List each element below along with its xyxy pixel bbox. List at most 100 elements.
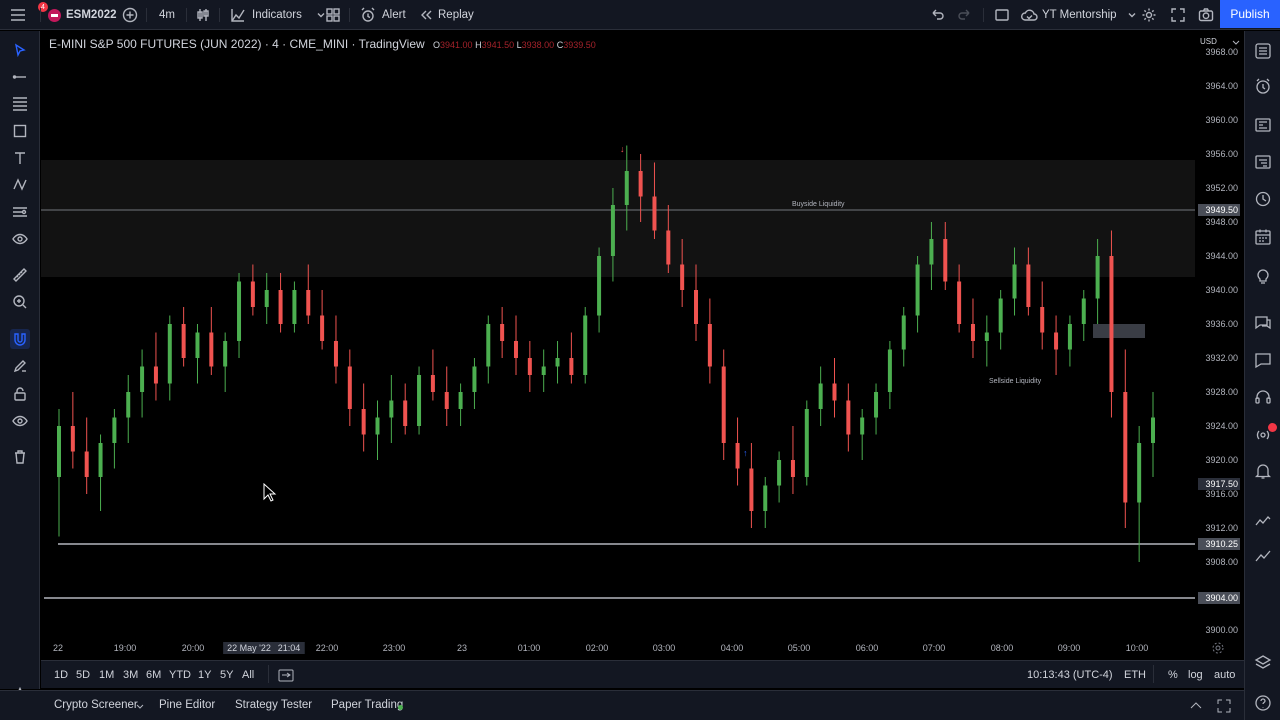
layers-button[interactable]: [1253, 653, 1273, 673]
candle-body: [610, 205, 615, 256]
candle-body: [901, 315, 906, 350]
time-axis[interactable]: 22 19:00 20:00 22 May '22 21:04 22:00 23…: [41, 638, 1195, 658]
maximize-panel-button[interactable]: [1216, 698, 1232, 717]
chart-pane[interactable]: ↓ ↑ E-MINI S&P 500 FUTURES (JUN 2022) · …: [41, 31, 1195, 657]
hide-drawings-tool[interactable]: [10, 411, 30, 431]
drawing-toolbar: [0, 31, 40, 703]
publish-button[interactable]: Publish: [1220, 0, 1280, 28]
range-3m[interactable]: 3M: [123, 669, 138, 681]
goto-date-button[interactable]: [278, 668, 294, 685]
data-window-button[interactable]: [1253, 189, 1273, 209]
alert-button[interactable]: Alert: [360, 0, 406, 30]
magnet-tool[interactable]: [10, 329, 30, 349]
price-label: 3900.00: [1205, 625, 1238, 635]
alerts-panel-button[interactable]: [1253, 76, 1273, 96]
candle-body: [721, 366, 726, 443]
candle-body: [264, 290, 269, 307]
sellside-liquidity-label: Sellside Liquidity: [989, 378, 1042, 385]
alert-label: Alert: [382, 9, 406, 21]
candle-body: [347, 366, 352, 409]
stay-in-drawing-tool[interactable]: [10, 356, 30, 376]
remove-drawings-tool[interactable]: [10, 447, 30, 467]
notifications-button[interactable]: [1253, 461, 1273, 481]
fullscreen-layout-button[interactable]: [994, 0, 1010, 30]
candle-body: [140, 366, 145, 392]
log-toggle[interactable]: log: [1188, 669, 1203, 681]
indicators-button[interactable]: Indicators: [230, 0, 326, 30]
range-1m[interactable]: 1M: [99, 669, 114, 681]
range-6m[interactable]: 6M: [146, 669, 161, 681]
menu-button[interactable]: 4: [10, 0, 48, 30]
candle-body: [1040, 307, 1045, 333]
candle-body: [1123, 392, 1128, 503]
candle-body: [984, 332, 989, 341]
range-ytd[interactable]: YTD: [169, 669, 191, 681]
percent-toggle[interactable]: %: [1168, 669, 1178, 681]
range-1y[interactable]: 1Y: [198, 669, 211, 681]
help-button[interactable]: [1253, 387, 1273, 407]
range-5y[interactable]: 5Y: [220, 669, 233, 681]
trash-icon: [15, 450, 25, 464]
measure-tool[interactable]: [10, 265, 30, 285]
price-axis[interactable]: USD 3968.00 3964.00 3960.00 3956.00 3952.00 3…: [1195, 31, 1244, 657]
session-label[interactable]: ETH: [1124, 669, 1146, 681]
chevron-down-icon[interactable]: [136, 704, 144, 710]
candle-body: [126, 392, 131, 418]
range-all[interactable]: All: [242, 669, 254, 681]
status-dot: [398, 705, 403, 710]
tab-pine-editor[interactable]: Pine Editor: [159, 699, 215, 711]
cursor-tool[interactable]: [10, 40, 30, 60]
range-5d[interactable]: 5D: [76, 669, 90, 681]
chart-type-button[interactable]: [195, 0, 211, 30]
layout-menu-button[interactable]: YT Mentorship: [1020, 0, 1137, 30]
pine-chart-button[interactable]: [1253, 546, 1273, 566]
pattern-tool[interactable]: [10, 174, 30, 194]
clock-label[interactable]: 10:13:43 (UTC-4): [1027, 669, 1113, 681]
prediction-tool[interactable]: [10, 202, 30, 222]
fullscreen-button[interactable]: [1170, 0, 1186, 30]
shapes-tool[interactable]: [10, 121, 30, 141]
visibility-tool[interactable]: [10, 229, 30, 249]
streams-button[interactable]: [1253, 350, 1273, 370]
axis-settings-button[interactable]: [1211, 641, 1225, 660]
close-value: 3939.50: [563, 40, 596, 50]
candle-body: [818, 383, 823, 409]
chats-button[interactable]: [1253, 313, 1273, 333]
snapshot-button[interactable]: [1198, 0, 1214, 30]
live-button[interactable]: [1253, 423, 1277, 445]
range-1d[interactable]: 1D: [54, 669, 68, 681]
tab-strategy-tester[interactable]: Strategy Tester: [235, 699, 312, 711]
text-tool[interactable]: [10, 148, 30, 168]
date-range-bar: 1D 5D 1M 3M 6M YTD 1Y 5Y All 10:13:43 (U…: [41, 660, 1244, 688]
tab-paper-trading[interactable]: Paper Trading: [331, 699, 403, 711]
candle-body: [652, 196, 657, 231]
layouts-button[interactable]: [325, 0, 341, 30]
ideas-button[interactable]: [1253, 266, 1273, 286]
tab-crypto-screener[interactable]: Crypto Screener: [54, 699, 138, 711]
compare-symbol-button[interactable]: [122, 0, 138, 30]
replay-label: Replay: [438, 9, 474, 21]
zoom-tool[interactable]: [10, 292, 30, 312]
replay-button[interactable]: Replay: [419, 0, 474, 30]
news-button[interactable]: [1253, 115, 1273, 135]
object-tree-button[interactable]: [1253, 152, 1273, 172]
calendar-button[interactable]: [1253, 227, 1273, 247]
auto-toggle[interactable]: auto: [1214, 669, 1235, 681]
rectangle-icon: [13, 124, 27, 138]
undo-button[interactable]: [929, 0, 945, 30]
redo-button[interactable]: [957, 0, 973, 30]
fib-tool[interactable]: [10, 93, 30, 113]
news-icon: [1255, 118, 1271, 132]
help-center-button[interactable]: [1253, 693, 1273, 713]
collapse-panel-button[interactable]: [1188, 698, 1204, 717]
screener-button[interactable]: [1253, 511, 1273, 531]
symbol-search-button[interactable]: ESM2022: [48, 0, 117, 30]
lock-tool[interactable]: [10, 384, 30, 404]
settings-button[interactable]: [1141, 0, 1157, 30]
divider: [349, 8, 350, 22]
line-tool[interactable]: [10, 67, 30, 87]
watchlist-button[interactable]: [1253, 41, 1273, 61]
price-label: 3940.00: [1205, 285, 1238, 295]
eye-icon: [12, 233, 28, 245]
interval-button[interactable]: 4m: [159, 0, 175, 30]
